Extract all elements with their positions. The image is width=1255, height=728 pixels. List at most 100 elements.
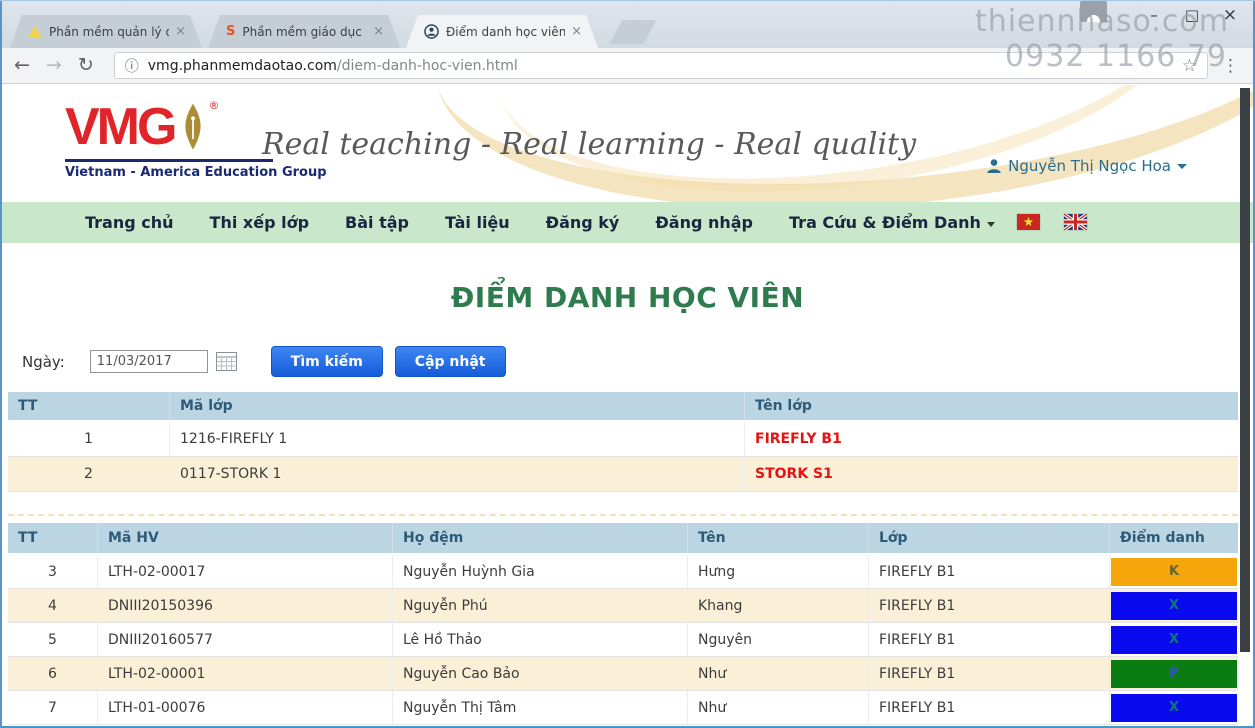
student-lastname: Nguyễn Thị Tâm <box>393 691 688 724</box>
url-path: /diem-danh-hoc-vien.html <box>337 58 518 74</box>
close-button[interactable]: × <box>1211 4 1249 26</box>
student-code: LTH-02-00017 <box>98 555 393 588</box>
update-button[interactable]: Cập nhật <box>395 346 506 377</box>
date-input[interactable] <box>90 350 208 373</box>
class-code: 0117-STORK 1 <box>170 457 745 491</box>
user-menu[interactable]: Nguyễn Thị Ngọc Hoa <box>986 157 1187 175</box>
student-code: DNIII20150396 <box>98 589 393 622</box>
attendance-button[interactable]: X <box>1111 626 1237 654</box>
attendance-button[interactable]: K <box>1111 558 1237 586</box>
scrollbar-thumb[interactable] <box>1240 88 1250 652</box>
student-class: FIREFLY B1 <box>869 589 1110 622</box>
class-tt: 1 <box>8 422 170 456</box>
student-code: LTH-01-00076 <box>98 691 393 724</box>
url-domain: vmg.phanmemdaotao.com <box>148 58 337 74</box>
date-filter-row: Ngày: Tìm kiếm Cập nhật <box>22 346 506 377</box>
class-name-link[interactable]: STORK S1 <box>745 457 1238 491</box>
student-table: TT Mã HV Họ đệm Tên Lớp Điểm danh 3LTH-0… <box>8 523 1238 725</box>
user-name: Nguyễn Thị Ngọc Hoa <box>1008 157 1171 175</box>
forward-icon[interactable]: → <box>46 56 62 75</box>
profile-avatar-icon[interactable] <box>1080 1 1107 22</box>
window-controls: – □ × <box>1135 4 1249 26</box>
attendance-button[interactable]: P <box>1111 660 1237 688</box>
logo-text: VMG <box>65 99 174 155</box>
tab-phan-mem-giao-duc[interactable]: S Phần mềm giáo dục | Tiế × <box>208 15 400 48</box>
tab-title: Phần mềm giáo dục | Tiế <box>242 25 367 39</box>
attendance-cell: K <box>1110 555 1238 588</box>
class-tt: 2 <box>8 457 170 491</box>
chevron-down-icon <box>987 222 995 227</box>
column-header-ten-lop: Tên lớp <box>745 392 1238 420</box>
student-row: 7LTH-01-00076Nguyễn Thị TâmNhưFIREFLY B1… <box>8 691 1238 725</box>
column-header-tt: TT <box>8 523 98 553</box>
student-class: FIREFLY B1 <box>869 691 1110 724</box>
student-firstname: Khang <box>688 589 869 622</box>
orange-s-icon: S <box>226 24 235 39</box>
attendance-button[interactable]: X <box>1111 592 1237 620</box>
student-class: FIREFLY B1 <box>869 555 1110 588</box>
tab-diem-danh-hoc-vien[interactable]: Điểm danh học viên × <box>406 15 598 48</box>
attendance-cell: X <box>1110 691 1238 724</box>
student-tt: 4 <box>8 589 98 622</box>
calendar-icon[interactable] <box>216 352 237 371</box>
user-icon <box>986 158 1002 174</box>
menu-dots-icon[interactable]: ⋮ <box>1216 56 1245 76</box>
tab-title: Phần mềm quản lý doanh <box>49 25 169 39</box>
reload-icon[interactable]: ↻ <box>78 56 94 75</box>
class-row[interactable]: 20117-STORK 1STORK S1 <box>8 457 1238 492</box>
bookmark-star-icon[interactable]: ☆ <box>1182 56 1197 76</box>
logo-subtitle: Vietnam - America Education Group <box>65 165 327 180</box>
student-firstname: Nguyên <box>688 623 869 656</box>
nav-item-tai-lieu[interactable]: Tài liệu <box>445 213 510 232</box>
tab-phan-mem-quan-ly[interactable]: Phần mềm quản lý doanh × <box>10 15 202 48</box>
student-lastname: Nguyễn Cao Bảo <box>393 657 688 690</box>
minimize-button[interactable]: – <box>1135 4 1173 26</box>
window-left-border <box>0 1 2 728</box>
slogan-text: Real teaching - Real learning - Real qua… <box>262 127 916 162</box>
column-header-diem-danh: Điểm danh <box>1110 523 1238 553</box>
student-firstname: Như <box>688 691 869 724</box>
tab-close-icon[interactable]: × <box>371 24 386 39</box>
attendance-cell: X <box>1110 589 1238 622</box>
attendance-button[interactable]: X <box>1111 694 1237 722</box>
browser-toolbar: ← → ↻ ⓘ vmg.phanmemdaotao.com /diem-danh… <box>0 48 1255 84</box>
class-table: TT Mã lớp Tên lớp 11216-FIREFLY 1FIREFLY… <box>8 392 1238 492</box>
column-header-ma-hv: Mã HV <box>98 523 393 553</box>
maximize-button[interactable]: □ <box>1173 4 1211 26</box>
url-bar[interactable]: ⓘ vmg.phanmemdaotao.com /diem-danh-hoc-v… <box>114 52 1208 79</box>
column-header-ten: Tên <box>688 523 869 553</box>
student-firstname: Như <box>688 657 869 690</box>
nav-item-dang-nhap[interactable]: Đăng nhập <box>655 213 753 232</box>
nav-item-dang-ky[interactable]: Đăng ký <box>546 213 620 232</box>
nav-dropdown-tra-cuu-diem-danh[interactable]: Tra Cứu & Điểm Danh <box>789 213 995 232</box>
main-navbar: Trang chủ Thi xếp lớp Bài tập Tài liệu Đ… <box>0 202 1255 243</box>
warning-triangle-icon <box>28 26 42 38</box>
chevron-down-icon <box>1177 164 1187 169</box>
attendance-cell: X <box>1110 623 1238 656</box>
nav-item-trang-chu[interactable]: Trang chủ <box>85 213 174 232</box>
student-row: 3LTH-02-00017Nguyễn Huỳnh GiaHưngFIREFLY… <box>8 555 1238 589</box>
column-header-ma-lop: Mã lớp <box>170 392 745 420</box>
student-code: DNIII20160577 <box>98 623 393 656</box>
class-row[interactable]: 11216-FIREFLY 1FIREFLY B1 <box>8 422 1238 457</box>
vietnam-flag-icon[interactable] <box>1017 214 1040 230</box>
class-name-link[interactable]: FIREFLY B1 <box>745 422 1238 456</box>
new-tab-button[interactable] <box>610 20 657 44</box>
tables-divider <box>8 514 1238 516</box>
search-button[interactable]: Tìm kiếm <box>271 346 383 377</box>
uk-flag-icon[interactable] <box>1064 214 1087 230</box>
class-code: 1216-FIREFLY 1 <box>170 422 745 456</box>
nav-item-thi-xep-lop[interactable]: Thi xếp lớp <box>210 213 309 232</box>
student-row: 4DNIII20150396Nguyễn PhúKhangFIREFLY B1X <box>8 589 1238 623</box>
registered-mark: ® <box>208 99 219 112</box>
student-lastname: Nguyễn Phú <box>393 589 688 622</box>
pen-nib-icon <box>180 101 206 157</box>
person-circle-icon <box>424 24 439 39</box>
tab-close-icon[interactable]: × <box>173 24 188 39</box>
nav-item-bai-tap[interactable]: Bài tập <box>345 213 409 232</box>
info-icon[interactable]: ⓘ <box>125 56 139 76</box>
tab-close-icon[interactable]: × <box>569 24 584 39</box>
tab-strip: Phần mềm quản lý doanh × S Phần mềm giáo… <box>10 15 650 48</box>
back-icon[interactable]: ← <box>14 56 30 75</box>
attendance-cell: P <box>1110 657 1238 690</box>
